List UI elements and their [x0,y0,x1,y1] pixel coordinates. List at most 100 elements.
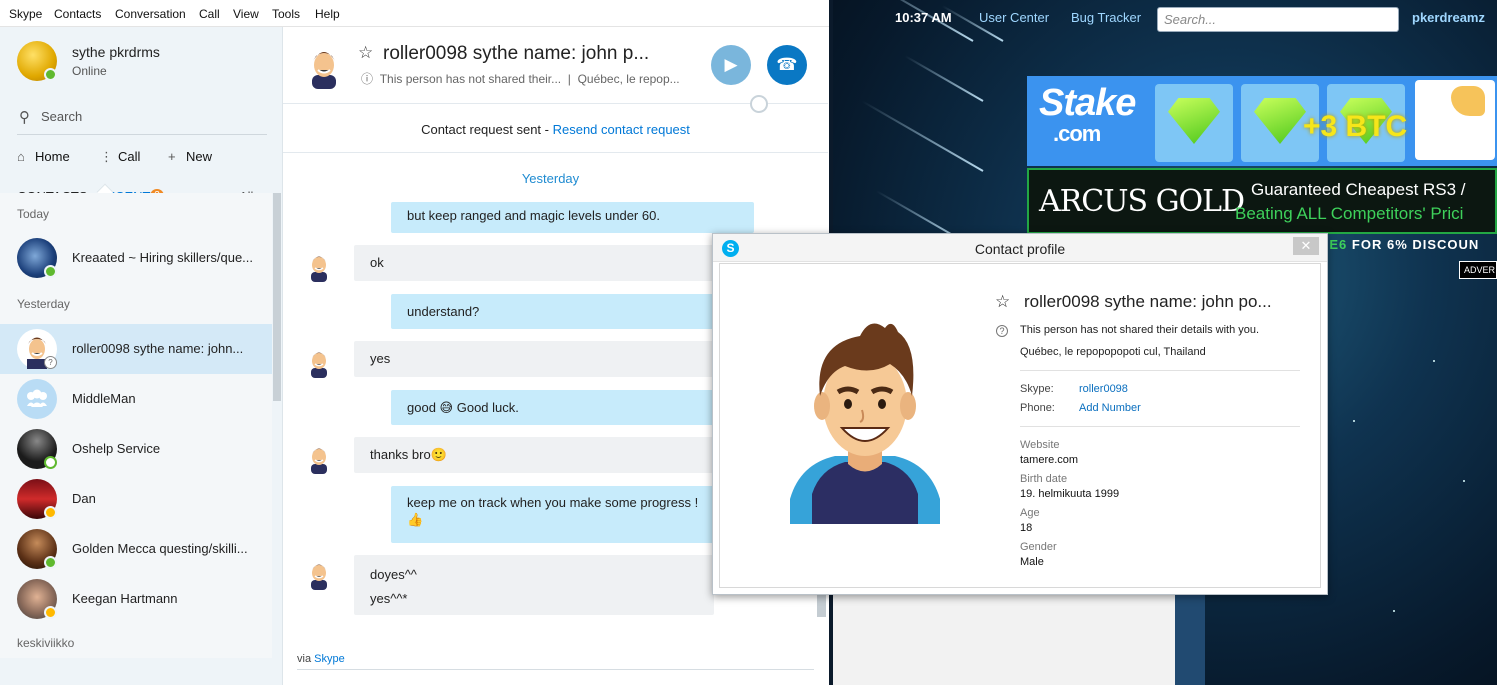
profile-picture [790,314,940,524]
birth-date-label: Birth date [1020,473,1068,485]
contact-name: MiddleMan [72,391,136,406]
video-call-button[interactable]: ▶ [711,45,751,85]
skype-id-label: Skype: [1020,383,1054,395]
skype-id-value[interactable]: roller0098 [1079,383,1128,395]
contact-location: Québec, le repop... [577,72,680,86]
add-number-link[interactable]: Add Number [1079,402,1141,414]
contact-name: Oshelp Service [72,441,161,456]
advertise-button[interactable]: ADVER [1459,261,1497,279]
online-status-icon [44,68,57,81]
menu-call[interactable]: Call [199,7,220,21]
arcus-gold-ad-banner[interactable]: ARCUS GOLD Guaranteed Cheapest RS3 / Bea… [1027,168,1497,234]
dialpad-button[interactable]: ⋮ Call [100,149,140,165]
profile-location: Québec, le repopopopoti cul, Thailand [1020,346,1206,358]
menu-contacts[interactable]: Contacts [54,7,101,21]
search-placeholder: Search [41,109,83,124]
message-text: but keep ranged and magic levels under 6… [407,208,660,223]
outgoing-message[interactable]: keep me on track when you make some prog… [391,486,754,543]
sender-avatar-icon [307,442,331,474]
list-item[interactable]: Golden Mecca questing/skilli... [0,524,272,574]
conversation-title[interactable]: roller0098 sythe name: john p... [383,43,683,65]
home-button[interactable]: ⌂ Home [17,149,70,164]
site-clock: 10:37 AM [895,10,952,25]
arcus-subline: Beating ALL Competitors' Prici [1235,204,1464,223]
help-circle-icon: ⓘ [361,72,374,86]
hand-pointer-icon [1415,80,1495,160]
contact-search-input[interactable]: ⚲ Search [17,106,267,135]
menu-conversation[interactable]: Conversation [115,7,186,21]
incoming-message[interactable]: thanks bro🙂 [354,437,714,473]
incoming-message[interactable]: ok [354,245,714,281]
gender-label: Gender [1020,541,1057,553]
menu-tools[interactable]: Tools [272,7,300,21]
new-button[interactable]: + New [168,149,212,164]
online-status-icon [44,556,57,569]
away-status-icon [44,506,57,519]
promo-code-text: HE6 FOR 6% DISCOUN [1319,237,1479,252]
online-status-icon [44,265,57,278]
contact-profile-dialog: S Contact profile ✕ ☆ roller0098 sythe n… [712,233,1328,595]
my-status[interactable]: Online [72,64,107,78]
decor-streak [861,100,984,172]
outgoing-message[interactable]: but keep ranged and magic levels under 6… [391,202,754,233]
list-item[interactable]: Dan [0,474,272,524]
user-center-link[interactable]: User Center [979,10,1049,25]
group-header-yesterday: Yesterday [17,297,70,311]
stake-logo-text: Stake [1039,82,1136,124]
divider [1020,426,1300,427]
plus-icon: + [168,149,176,164]
via-skype-link[interactable]: Skype [314,653,345,665]
request-status-text: Contact request sent - [421,122,553,137]
close-icon: ✕ [1300,238,1312,253]
stake-logo: Stake .com [1039,84,1136,148]
resend-request-link[interactable]: Resend contact request [553,122,690,137]
bug-tracker-link[interactable]: Bug Tracker [1071,10,1141,25]
group-header-today: Today [17,207,50,221]
message-text: yes [370,351,391,366]
incoming-message[interactable]: yes [354,341,714,377]
list-item[interactable]: Keegan Hartmann [0,574,272,624]
message-composer[interactable] [297,669,814,670]
phone-icon: ☎ [776,55,798,74]
my-name[interactable]: sythe pkrdrms [72,44,160,60]
offline-status-icon [44,456,57,469]
smile-emoji-icon: 🙂 [430,447,447,462]
contact-name: roller0098 sythe name: john... [72,341,244,356]
gem-icon [1168,98,1220,144]
favorite-star-icon[interactable]: ☆ [995,292,1010,312]
message-scroll-thumb[interactable] [817,595,826,617]
list-item[interactable]: Kreaated ~ Hiring skillers/que... [0,233,272,283]
decor-star [1393,610,1395,612]
dialog-titlebar[interactable]: S Contact profile ✕ [713,234,1327,262]
list-item-selected[interactable]: ? roller0098 sythe name: john... [0,324,272,374]
close-button[interactable]: ✕ [1293,237,1319,255]
decor-star [1463,480,1465,482]
profile-content: ☆ roller0098 sythe name: john po... ? Th… [719,263,1321,588]
cartoon-face-icon [312,52,336,89]
skype-logo-icon: S [722,240,739,257]
unknown-status-icon: ? [44,356,57,369]
incoming-message[interactable]: doyes^^ yes^^* [354,555,714,615]
via-label: via Skype [297,653,345,665]
my-avatar[interactable] [17,41,57,81]
stake-ad-banner[interactable]: Stake .com +3 BTC [1027,76,1497,166]
list-item[interactable]: Oshelp Service [0,424,272,474]
site-search-input[interactable]: Search... [1157,7,1399,32]
site-username[interactable]: pkerdreamz [1412,10,1485,25]
menu-view[interactable]: View [233,7,259,21]
outgoing-message[interactable]: good 😅 Good luck. [391,390,754,425]
contact-list-scroll-thumb[interactable] [273,193,281,401]
list-item[interactable]: MiddleMan [0,374,272,424]
decor-star [1433,360,1435,362]
menu-skype[interactable]: Skype [9,7,42,21]
home-icon: ⌂ [17,149,25,164]
site-content-sidebar [1175,590,1205,685]
favorite-star-icon[interactable]: ☆ [358,43,373,63]
decor-streak [904,55,984,102]
outgoing-message[interactable]: understand? [391,294,754,329]
menu-help[interactable]: Help [315,7,340,21]
audio-call-button[interactable]: ☎ [767,45,807,85]
contact-avatar[interactable] [306,43,342,89]
avatar [17,238,57,278]
recent-contact-list: Today Kreaated ~ Hiring skillers/que... … [0,193,272,658]
